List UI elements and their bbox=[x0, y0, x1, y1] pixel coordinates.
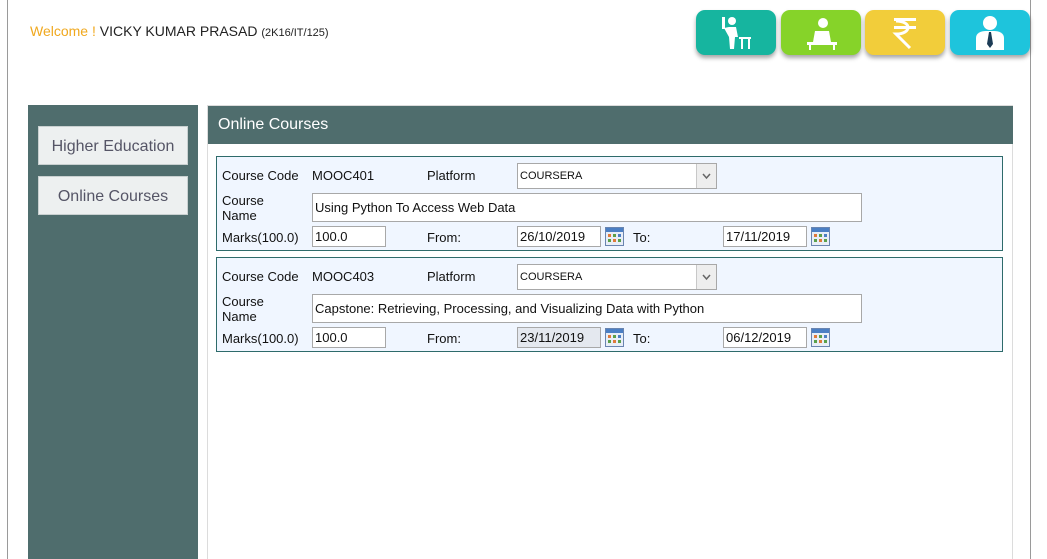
from-date-field[interactable]: 26/10/2019 bbox=[517, 226, 601, 247]
course-name-label-line2: Name bbox=[222, 208, 257, 223]
course-code-value: MOOC401 bbox=[312, 168, 375, 183]
welcome-label: Welcome ! bbox=[30, 23, 96, 39]
marks-label: Marks(100.0) bbox=[222, 230, 299, 245]
sidebar: Higher Education Online Courses bbox=[28, 105, 198, 559]
platform-select-value: COURSERA bbox=[520, 271, 583, 283]
course-name-label-line1: Course bbox=[222, 294, 264, 309]
user-code: (2K16/IT/125) bbox=[261, 27, 329, 39]
to-label: To: bbox=[633, 230, 651, 245]
chevron-down-icon[interactable] bbox=[696, 164, 716, 188]
chevron-down-icon[interactable] bbox=[696, 265, 716, 289]
course-name-label: Course Name bbox=[222, 193, 292, 223]
course-name-field[interactable]: Using Python To Access Web Data bbox=[312, 193, 862, 222]
to-date-field[interactable]: 06/12/2019 bbox=[723, 327, 807, 348]
sidebar-item-higher-education[interactable]: Higher Education bbox=[38, 126, 188, 165]
from-date-field[interactable]: 23/11/2019 bbox=[517, 327, 601, 348]
marks-field[interactable]: 100.0 bbox=[312, 226, 386, 247]
welcome-text: Welcome ! VICKY KUMAR PRASAD (2K16/IT/12… bbox=[30, 23, 329, 39]
course-name-label: Course Name bbox=[222, 294, 292, 324]
platform-select-value: COURSERA bbox=[520, 170, 583, 182]
platform-select[interactable]: COURSERA bbox=[517, 163, 717, 189]
calendar-icon[interactable] bbox=[811, 328, 830, 347]
to-date-field[interactable]: 17/11/2019 bbox=[723, 226, 807, 247]
rupee-icon[interactable] bbox=[865, 10, 945, 55]
platform-label: Platform bbox=[427, 168, 476, 183]
course-name-field[interactable]: Capstone: Retrieving, Processing, and Vi… bbox=[312, 294, 862, 323]
platform-label: Platform bbox=[427, 269, 476, 284]
marks-label: Marks(100.0) bbox=[222, 331, 299, 346]
calendar-icon[interactable] bbox=[605, 328, 624, 347]
to-label: To: bbox=[633, 331, 651, 346]
person-profile-icon[interactable] bbox=[950, 10, 1030, 55]
main-panel: Online Courses Course Code MOOC401 Platf… bbox=[207, 105, 1013, 559]
from-label: From: bbox=[427, 331, 461, 346]
course-code-label: Course Code bbox=[222, 269, 299, 284]
calendar-icon[interactable] bbox=[605, 227, 624, 246]
from-label: From: bbox=[427, 230, 461, 245]
course-card: Course Code MOOC403 Platform COURSERA Co… bbox=[216, 257, 1003, 352]
sidebar-item-online-courses[interactable]: Online Courses bbox=[38, 176, 188, 215]
platform-select[interactable]: COURSERA bbox=[517, 264, 717, 290]
course-code-label: Course Code bbox=[222, 168, 299, 183]
course-code-value: MOOC403 bbox=[312, 269, 375, 284]
course-name-label-line1: Course bbox=[222, 193, 264, 208]
course-name-label-line2: Name bbox=[222, 309, 257, 324]
student-at-desk-icon[interactable] bbox=[781, 10, 861, 55]
course-card: Course Code MOOC401 Platform COURSERA Co… bbox=[216, 156, 1003, 251]
page-title: Online Courses bbox=[208, 106, 1013, 144]
user-name: VICKY KUMAR PRASAD bbox=[99, 23, 258, 39]
calendar-icon[interactable] bbox=[811, 227, 830, 246]
student-raising-hand-icon[interactable] bbox=[696, 10, 776, 55]
marks-field[interactable]: 100.0 bbox=[312, 327, 386, 348]
